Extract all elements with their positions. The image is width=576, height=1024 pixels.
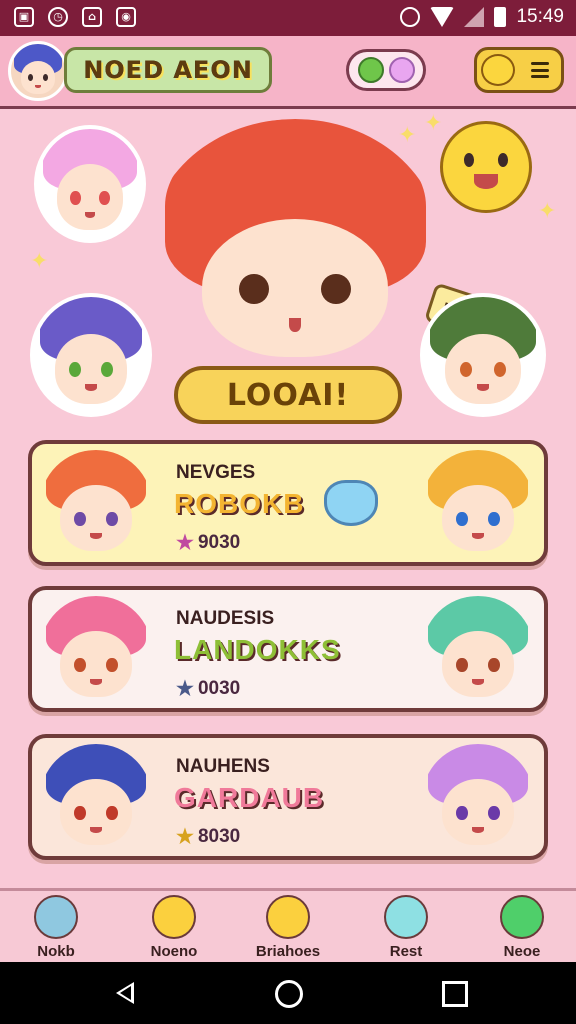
heart-gem-icon — [324, 480, 378, 526]
emoji-icon — [266, 895, 310, 939]
nav-label: Briahoes — [255, 943, 321, 960]
menu-button[interactable] — [474, 47, 564, 93]
card-subtitle: NAUHENS — [176, 756, 270, 777]
recents-icon[interactable] — [442, 981, 468, 1007]
nav-label: Noeno — [150, 943, 198, 960]
nav-label: Neoe — [503, 943, 541, 960]
system-nav-bar — [0, 962, 576, 1024]
card-score: ★ 9030 — [176, 531, 241, 555]
back-icon[interactable] — [116, 982, 134, 1004]
star-icon: ★ — [176, 532, 194, 554]
character-card-3[interactable]: NAUHENS GARDAUB ★ 8030 — [28, 734, 548, 860]
green-gem-icon — [357, 57, 384, 83]
load-button[interactable]: LOOAI! — [174, 366, 402, 424]
character-pink-cat[interactable] — [34, 125, 146, 243]
card-title: LANDOKKS — [174, 634, 341, 665]
status-time: 15:49 — [516, 6, 564, 27]
drop-icon — [384, 895, 428, 939]
star-icon: ★ — [176, 826, 194, 848]
currency-pill[interactable] — [346, 49, 426, 91]
card-character-right — [422, 450, 534, 560]
heart-gem-icon — [388, 57, 415, 83]
card-character-right — [422, 744, 534, 854]
sparkle-icon: ✦ — [398, 123, 417, 148]
wifi-icon — [430, 7, 455, 27]
avatar-face — [20, 61, 56, 94]
card-score: ★ 8030 — [176, 825, 241, 849]
character-purple-crown[interactable] — [30, 293, 152, 417]
nav-item-emotes[interactable]: Briahoes — [240, 893, 336, 965]
nav-item-characters[interactable]: Noeno — [126, 893, 222, 965]
status-left-icons: ▣ ◷ ⌂ ◉ — [14, 7, 136, 27]
nav-label: Nokb — [37, 943, 75, 960]
nav-item-rest[interactable]: Rest — [358, 893, 454, 965]
sparkle-icon: ✦ — [30, 249, 49, 274]
alarm-icon — [400, 7, 421, 27]
card-subtitle: NEVGES — [176, 462, 256, 483]
card-character-left — [40, 744, 152, 854]
home-circle-icon[interactable] — [275, 980, 303, 1008]
battery-icon — [494, 7, 507, 27]
nav-label: Rest — [389, 943, 423, 960]
sparkle-icon: ✦ — [424, 111, 443, 136]
character-card-2[interactable]: NAUDESIS LANDOKKS ★ 0030 — [28, 586, 548, 712]
card-character-left — [40, 450, 152, 560]
nav-item-neoe[interactable]: Neoe — [474, 893, 570, 965]
profile-avatar[interactable] — [8, 41, 68, 101]
card-subtitle: NAUDESIS — [176, 608, 275, 629]
card-character-right — [422, 596, 534, 706]
player-name-badge[interactable]: NOED AEON — [64, 47, 272, 93]
home-icon — [34, 895, 78, 939]
frog-icon — [500, 895, 544, 939]
app-header: NOED AEON — [0, 36, 576, 109]
status-bar: ▣ ◷ ⌂ ◉ 15:49 — [0, 0, 576, 36]
card-score: ★ 0030 — [176, 677, 241, 701]
bear-icon — [481, 54, 515, 86]
bottom-nav: Nokb Noeno Briahoes Rest Neoe — [0, 888, 576, 965]
ghost-icon: ⌂ — [82, 7, 102, 27]
card-title: GARDAUB — [174, 782, 325, 813]
star-icon: ★ — [176, 678, 194, 700]
character-green-cat[interactable] — [420, 293, 546, 417]
nav-item-home[interactable]: Nokb — [8, 893, 104, 965]
camera-icon: ◉ — [116, 7, 136, 27]
character-main-red[interactable] — [150, 119, 440, 369]
bear-icon — [152, 895, 196, 939]
hamburger-icon — [531, 62, 549, 78]
sparkle-icon: ✦ — [538, 199, 557, 224]
character-card-1[interactable]: NEVGES ROBOKB ★ 9030 — [28, 440, 548, 566]
status-right-icons: 15:49 — [400, 6, 564, 28]
card-character-left — [40, 596, 152, 706]
character-yellow-bear[interactable] — [440, 121, 532, 213]
signal-icon — [464, 7, 485, 27]
clock-icon: ◷ — [48, 7, 68, 27]
card-title: ROBOKB — [174, 488, 305, 519]
photo-icon: ▣ — [14, 7, 34, 27]
